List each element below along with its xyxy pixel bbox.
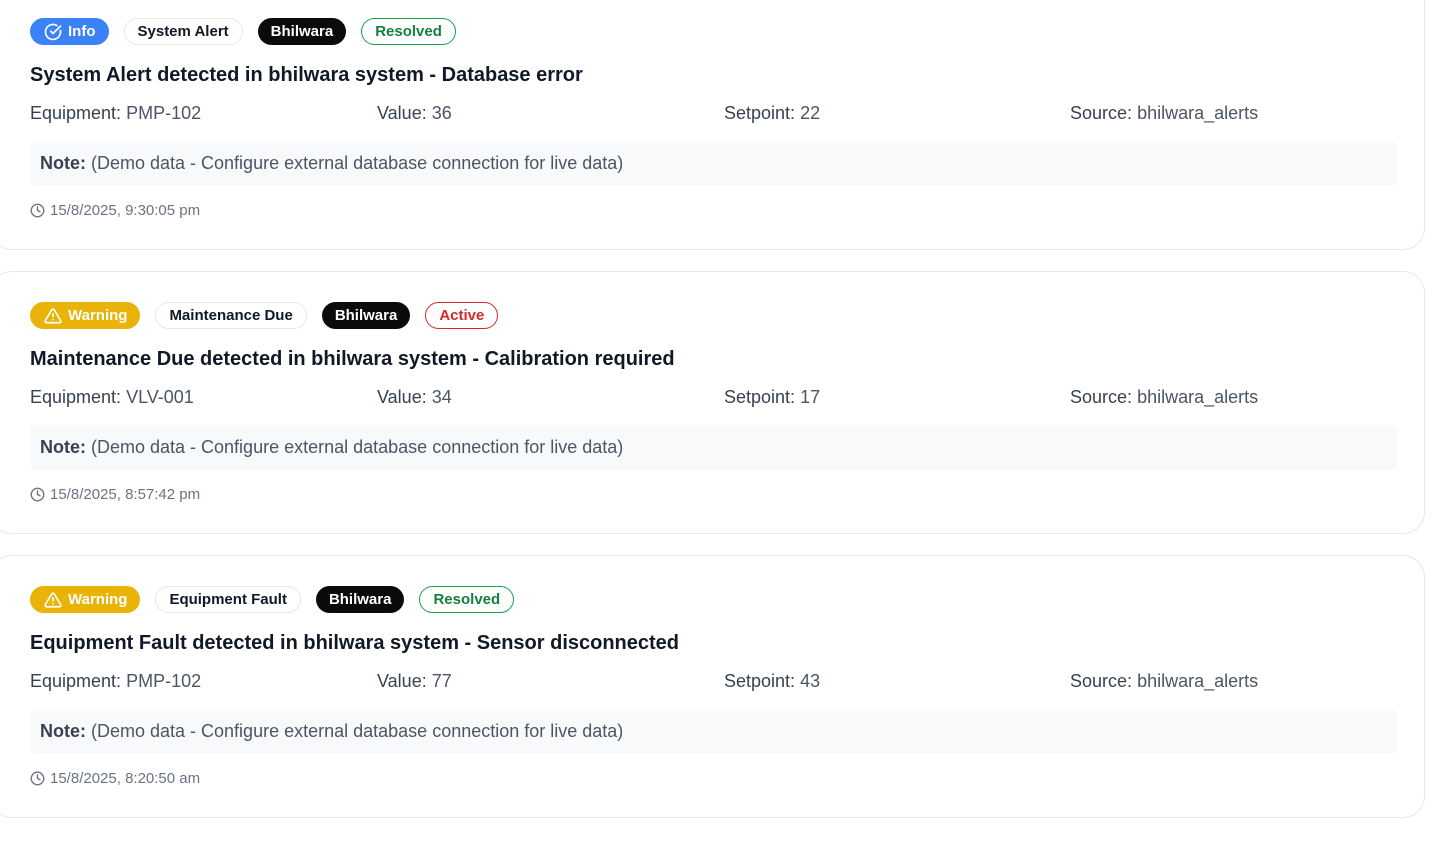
note-box: Note: (Demo data - Configure external da…	[30, 141, 1397, 186]
alert-type-badge: System Alert	[123, 18, 243, 45]
alert-title: System Alert detected in bhilwara system…	[30, 64, 583, 86]
value-field: Value: 36	[377, 103, 452, 124]
location-badge: Bhilwara	[257, 18, 347, 45]
note-box: Note: (Demo data - Configure external da…	[30, 425, 1397, 470]
warning-triangle-icon	[44, 307, 62, 324]
alert-title: Equipment Fault detected in bhilwara sys…	[30, 632, 680, 654]
alert-card: Info System Alert Bhilwara Resolved Syst…	[0, 0, 1425, 250]
warning-triangle-icon	[44, 591, 62, 608]
equipment-label: Equipment:	[30, 103, 122, 123]
alert-card: Warning Equipment Fault Bhilwara Resolve…	[0, 555, 1425, 818]
location-badge: Bhilwara	[315, 586, 405, 613]
setpoint-field: Setpoint: 43	[724, 671, 820, 692]
value-label: Value:	[377, 671, 427, 691]
badge-row: Warning Equipment Fault Bhilwara Resolve…	[30, 586, 515, 613]
timestamp-text: 15/8/2025, 8:20:50 am	[50, 770, 201, 787]
value-field: Value: 34	[377, 387, 452, 408]
note-label: Note:	[40, 153, 86, 173]
setpoint-value: 17	[800, 387, 821, 407]
value-value: 77	[431, 671, 452, 691]
setpoint-label: Setpoint:	[724, 387, 796, 407]
alert-type-badge: Equipment Fault	[155, 586, 301, 613]
timestamp-text: 15/8/2025, 9:30:05 pm	[50, 202, 201, 219]
equipment-label: Equipment:	[30, 387, 122, 407]
note-text: (Demo data - Configure external database…	[91, 153, 624, 173]
source-value: bhilwara_alerts	[1137, 387, 1259, 407]
source-field: Source: bhilwara_alerts	[1070, 671, 1258, 692]
note-label: Note:	[40, 437, 86, 457]
timestamp-text: 15/8/2025, 8:57:42 pm	[50, 486, 201, 503]
source-label: Source:	[1070, 387, 1133, 407]
equipment-value: PMP-102	[126, 103, 202, 123]
source-value: bhilwara_alerts	[1137, 103, 1259, 123]
circle-check-icon	[44, 23, 62, 40]
timestamp: 15/8/2025, 8:20:50 am	[30, 770, 200, 787]
source-field: Source: bhilwara_alerts	[1070, 103, 1258, 124]
location-badge: Bhilwara	[321, 302, 411, 329]
source-field: Source: bhilwara_alerts	[1070, 387, 1258, 408]
equipment-value: PMP-102	[126, 671, 202, 691]
value-label: Value:	[377, 103, 427, 123]
equipment-field: Equipment: PMP-102	[30, 103, 201, 124]
setpoint-value: 43	[800, 671, 821, 691]
setpoint-value: 22	[800, 103, 821, 123]
setpoint-field: Setpoint: 22	[724, 103, 820, 124]
status-badge: Active	[425, 302, 499, 329]
equipment-field: Equipment: PMP-102	[30, 671, 201, 692]
clock-icon	[30, 203, 45, 218]
severity-badge: Warning	[30, 586, 141, 613]
equipment-value: VLV-001	[126, 387, 194, 407]
setpoint-field: Setpoint: 17	[724, 387, 820, 408]
equipment-label: Equipment:	[30, 671, 122, 691]
setpoint-label: Setpoint:	[724, 671, 796, 691]
severity-badge: Info	[30, 18, 109, 45]
alert-card: Warning Maintenance Due Bhilwara Active …	[0, 271, 1425, 534]
equipment-field: Equipment: VLV-001	[30, 387, 194, 408]
source-value: bhilwara_alerts	[1137, 671, 1259, 691]
status-badge: Resolved	[419, 586, 515, 613]
note-text: (Demo data - Configure external database…	[91, 721, 624, 741]
clock-icon	[30, 771, 45, 786]
alert-title: Maintenance Due detected in bhilwara sys…	[30, 348, 675, 370]
severity-badge: Warning	[30, 302, 141, 329]
source-label: Source:	[1070, 671, 1133, 691]
timestamp: 15/8/2025, 8:57:42 pm	[30, 486, 200, 503]
note-label: Note:	[40, 721, 86, 741]
timestamp: 15/8/2025, 9:30:05 pm	[30, 202, 200, 219]
note-box: Note: (Demo data - Configure external da…	[30, 709, 1397, 754]
value-value: 34	[431, 387, 452, 407]
badge-row: Info System Alert Bhilwara Resolved	[30, 18, 456, 45]
clock-icon	[30, 487, 45, 502]
value-value: 36	[431, 103, 452, 123]
badge-row: Warning Maintenance Due Bhilwara Active	[30, 302, 499, 329]
alert-type-badge: Maintenance Due	[155, 302, 307, 329]
setpoint-label: Setpoint:	[724, 103, 796, 123]
status-badge: Resolved	[361, 18, 456, 45]
value-field: Value: 77	[377, 671, 452, 692]
source-label: Source:	[1070, 103, 1133, 123]
value-label: Value:	[377, 387, 427, 407]
note-text: (Demo data - Configure external database…	[91, 437, 624, 457]
